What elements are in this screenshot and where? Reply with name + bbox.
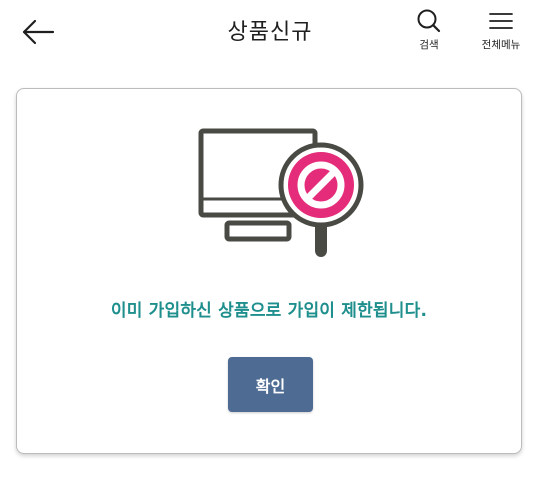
- notice-dialog: 이미 가입하신 상품으로 가입이 제한됩니다. 확인: [16, 88, 522, 454]
- search-button-label: 검색: [419, 39, 439, 51]
- confirm-button[interactable]: 확인: [228, 357, 313, 412]
- menu-button-label: 전체메뉴: [481, 39, 521, 51]
- search-button[interactable]: 검색: [410, 8, 448, 52]
- page-title: 상품신규: [227, 20, 313, 45]
- search-icon: [417, 9, 441, 33]
- header: 상품신규 검색 전체메뉴: [0, 0, 540, 64]
- hamburger-menu-icon: [489, 13, 513, 29]
- page: 상품신규 검색 전체메뉴 이미 가입하신 상품으로 가입이 제한됩니다. 확인: [0, 0, 540, 492]
- menu-button[interactable]: 전체메뉴: [474, 8, 528, 52]
- restriction-message: 이미 가입하신 상품으로 가입이 제한됩니다.: [110, 301, 428, 321]
- monitor-prohibited-icon: [198, 128, 364, 257]
